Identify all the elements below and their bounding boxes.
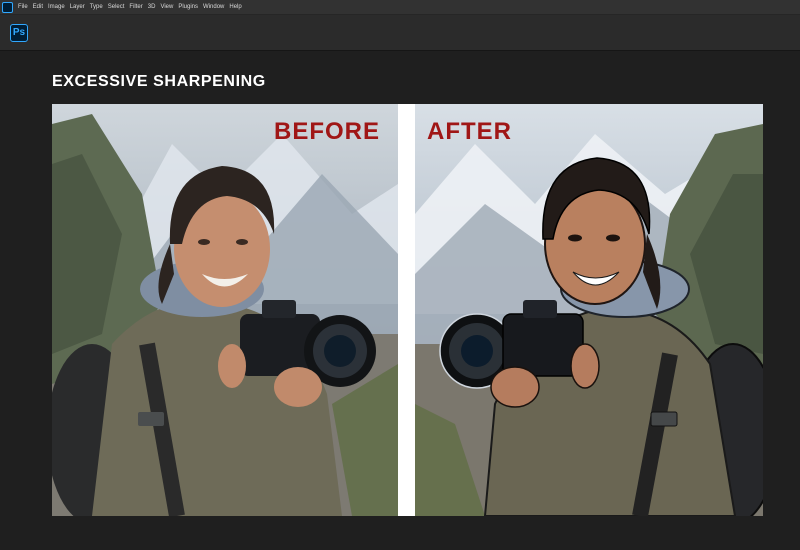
menu-view[interactable]: View xyxy=(159,0,177,14)
menu-filter[interactable]: Filter xyxy=(128,0,146,14)
menu-layer[interactable]: Layer xyxy=(69,0,89,14)
options-bar: Ps xyxy=(0,14,800,51)
document-title: EXCESSIVE SHARPENING xyxy=(52,73,266,90)
before-label: BEFORE xyxy=(273,118,380,145)
before-image-panel: BEFORE xyxy=(52,104,398,516)
menu-file[interactable]: File xyxy=(17,0,32,14)
photoshop-app-icon[interactable] xyxy=(2,1,13,13)
menu-type[interactable]: Type xyxy=(89,0,107,14)
menu-window[interactable]: Window xyxy=(202,0,228,14)
menu-3d[interactable]: 3D xyxy=(147,0,160,14)
photoshop-home-icon[interactable]: Ps xyxy=(10,24,28,42)
after-photo xyxy=(415,104,763,516)
comparison-divider xyxy=(398,104,415,516)
before-photo xyxy=(52,104,398,516)
after-image-panel: AFTER xyxy=(415,104,763,516)
menu-image[interactable]: Image xyxy=(47,0,69,14)
menu-select[interactable]: Select xyxy=(107,0,129,14)
menu-plugins[interactable]: Plugins xyxy=(177,0,202,14)
menu-help[interactable]: Help xyxy=(228,0,245,14)
menu-bar: File Edit Image Layer Type Select Filter… xyxy=(0,0,800,14)
menu-edit[interactable]: Edit xyxy=(32,0,47,14)
after-label: AFTER xyxy=(427,118,512,145)
